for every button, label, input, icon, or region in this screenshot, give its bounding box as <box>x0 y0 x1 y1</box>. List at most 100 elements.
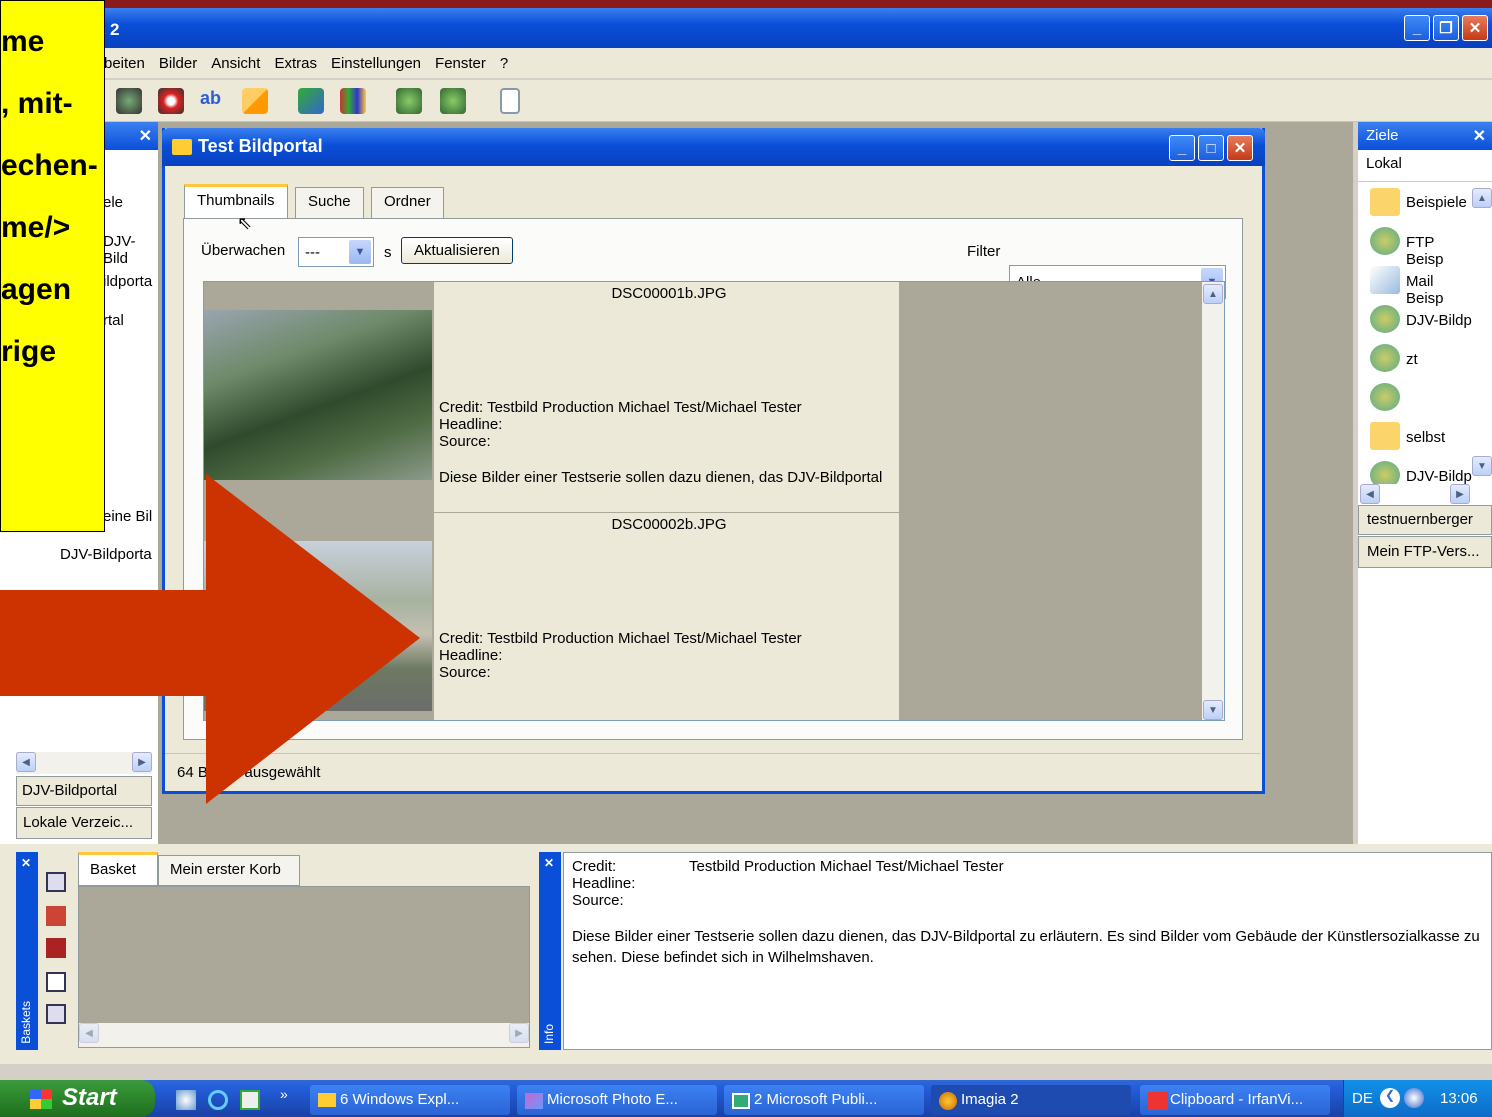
ftp-icon <box>1370 461 1400 484</box>
chevron-right-icon[interactable]: » <box>280 1086 288 1102</box>
left-panel-item[interactable]: ildporta <box>103 273 152 290</box>
scroll-left-icon[interactable]: ◀ <box>1360 484 1380 504</box>
close-icon[interactable]: ✕ <box>16 852 38 874</box>
task-photo-editor[interactable]: Microsoft Photo E... <box>517 1085 717 1115</box>
tool-icon-3[interactable] <box>298 88 324 114</box>
targets-list: Beispiele FTP Beisp Mail Beisp DJV-Bildp… <box>1362 184 1474 484</box>
text-tool-icon[interactable]: ab <box>200 88 226 114</box>
left-panel-item[interactable]: ele <box>103 194 123 211</box>
info-sidebar[interactable]: ✕ Info <box>539 852 561 1050</box>
publisher-icon <box>732 1093 750 1109</box>
scroll-right-icon[interactable]: ▶ <box>509 1023 529 1043</box>
scroll-up-icon[interactable]: ▲ <box>1203 284 1223 304</box>
thumbnail-info: DSC00001b.JPG Credit: Testbild Productio… <box>434 282 899 512</box>
tab-mein-erster-korb[interactable]: Mein erster Korb <box>158 855 300 886</box>
close-button[interactable]: ✕ <box>1462 15 1488 41</box>
tool-icon-1[interactable] <box>116 88 142 114</box>
scroll-down-icon[interactable]: ▼ <box>1472 456 1492 476</box>
internet-explorer-icon[interactable] <box>208 1090 228 1110</box>
menu-bilder[interactable]: Bilder <box>159 55 197 78</box>
target-item[interactable]: DJV-Bildp <box>1406 312 1472 329</box>
task-imagia[interactable]: Imagia 2 <box>931 1085 1131 1115</box>
close-icon[interactable]: ✕ <box>1473 126 1486 146</box>
language-indicator[interactable]: DE <box>1352 1090 1373 1107</box>
child-minimize-button[interactable]: _ <box>1169 135 1195 161</box>
chevron-down-icon[interactable]: ▼ <box>349 240 371 264</box>
tab-suche[interactable]: Suche <box>295 187 364 219</box>
vertical-scrollbar[interactable]: ▲ ▼ <box>1202 282 1224 720</box>
tab-lokale-verzeichnisse[interactable]: Lokale Verzeic... <box>16 807 152 839</box>
menu-einstellungen[interactable]: Einstellungen <box>331 55 421 78</box>
target-item[interactable]: zt <box>1406 351 1418 368</box>
child-window-titlebar[interactable]: Test Bildportal _ □ ✕ <box>162 128 1265 166</box>
horizontal-scrollbar[interactable]: ◀ ▶ <box>1360 484 1470 504</box>
task-windows-explorer[interactable]: 6 Windows Expl... <box>310 1085 510 1115</box>
scroll-right-icon[interactable]: ▶ <box>1450 484 1470 504</box>
basket-add-icon[interactable] <box>46 872 66 892</box>
tray-arrow-icon[interactable]: ❮ <box>1380 1088 1400 1108</box>
window-titlebar[interactable]: 2 _ ❐ ✕ <box>0 8 1492 48</box>
tool-icon-4[interactable] <box>340 88 366 114</box>
target-item[interactable]: FTP Beisp <box>1406 234 1474 268</box>
tab-ordner[interactable]: Ordner <box>371 187 444 219</box>
basket-copy-icon[interactable] <box>46 1004 66 1024</box>
scroll-left-icon[interactable]: ◀ <box>79 1023 99 1043</box>
ftp-icon <box>1370 227 1400 255</box>
info-panel: Credit: Testbild Production Michael Test/… <box>563 852 1492 1050</box>
scroll-down-icon[interactable]: ▼ <box>1203 700 1223 720</box>
basket-delete-icon[interactable] <box>46 938 66 958</box>
close-icon[interactable]: ✕ <box>139 126 152 146</box>
baskets-sidebar[interactable]: ✕ Baskets <box>16 852 38 1050</box>
maximize-button[interactable]: ❐ <box>1433 15 1459 41</box>
left-panel-item[interactable]: DJV-Bild <box>103 233 158 267</box>
child-close-button[interactable]: ✕ <box>1227 135 1253 161</box>
basket-export-icon[interactable] <box>46 972 66 992</box>
target-item[interactable]: selbst <box>1406 429 1445 446</box>
annotation-line: me <box>1 25 45 58</box>
target-item[interactable]: Beispiele <box>1406 194 1467 211</box>
thumbnail-headline: Headline: <box>439 647 503 664</box>
desktop-icon[interactable] <box>176 1090 196 1110</box>
menu-help[interactable]: ? <box>500 55 508 78</box>
watch-interval-select[interactable]: --- ▼ <box>298 237 374 267</box>
menu-fenster[interactable]: Fenster <box>435 55 486 78</box>
annotation-line: me/> <box>1 211 71 244</box>
refresh-button[interactable]: Aktualisieren <box>401 237 513 264</box>
start-button[interactable]: Start <box>0 1080 155 1117</box>
quicklaunch-icon[interactable] <box>240 1090 260 1110</box>
basket-remove-icon[interactable] <box>46 906 66 926</box>
right-panel-title: Ziele <box>1366 127 1399 144</box>
tab-testnuernberger[interactable]: testnuernberger <box>1358 505 1492 535</box>
target-item[interactable]: DJV-Bildp <box>1406 468 1472 484</box>
tool-icon-2[interactable] <box>158 88 184 114</box>
ftp-icon[interactable] <box>1370 383 1400 411</box>
scroll-up-icon[interactable]: ▲ <box>1472 188 1492 208</box>
child-maximize-button[interactable]: □ <box>1198 135 1224 161</box>
tab-mein-ftp[interactable]: Mein FTP-Vers... <box>1358 536 1492 568</box>
tab-thumbnails[interactable]: Thumbnails <box>184 184 288 218</box>
left-panel-item[interactable]: rtal <box>103 312 124 329</box>
menu-extras[interactable]: Extras <box>274 55 317 78</box>
horizontal-scrollbar[interactable]: ◀ ▶ <box>79 1023 529 1047</box>
copy-icon[interactable] <box>242 88 268 114</box>
baskets-label: Baskets <box>19 1001 33 1044</box>
minimize-button[interactable]: _ <box>1404 15 1430 41</box>
tool-icon-6[interactable] <box>440 88 466 114</box>
tool-icon-5[interactable] <box>396 88 422 114</box>
menu-ansicht[interactable]: Ansicht <box>211 55 260 78</box>
target-item[interactable]: Mail Beisp <box>1406 273 1474 307</box>
system-tray: DE ❮ 13:06 <box>1343 1080 1492 1117</box>
tab-basket[interactable]: Basket <box>78 852 158 886</box>
info-description: Diese Bilder einer Testserie sollen dazu… <box>572 928 1480 966</box>
task-irfanview[interactable]: Clipboard - IrfanVi... <box>1140 1085 1330 1115</box>
thumbnail-filename: DSC00001b.JPG <box>611 285 727 302</box>
annotation-line: , mit- <box>1 87 73 120</box>
right-panel: Ziele ✕ Lokal Beispiele FTP Beisp Mail B… <box>1358 122 1492 844</box>
volume-icon[interactable] <box>1404 1088 1424 1108</box>
close-icon[interactable]: ✕ <box>539 852 561 874</box>
annotation-line: agen <box>1 273 72 306</box>
windows-logo-icon <box>30 1089 52 1109</box>
menu-bearbeiten[interactable]: beiten <box>104 55 145 78</box>
task-publisher[interactable]: 2 Microsoft Publi... <box>724 1085 924 1115</box>
tool-icon-7[interactable] <box>500 88 520 114</box>
